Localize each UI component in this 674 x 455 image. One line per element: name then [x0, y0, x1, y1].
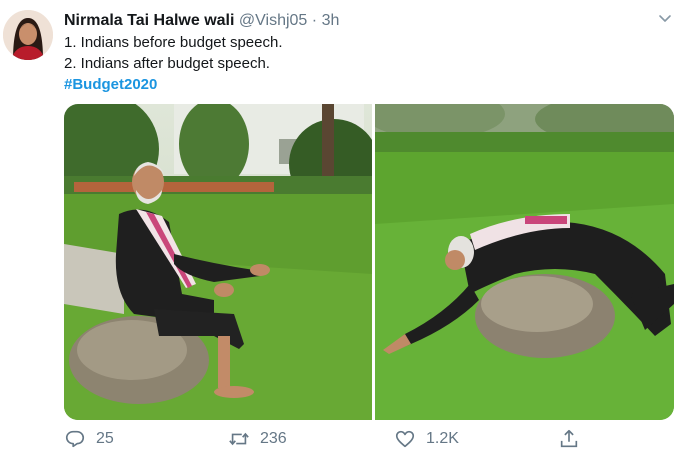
header-separator: ·	[311, 12, 318, 29]
tweet-text-line: 2. Indians after budget speech.	[64, 55, 270, 72]
more-options-button[interactable]	[658, 12, 672, 26]
reply-button[interactable]: 25	[64, 426, 114, 452]
share-button[interactable]	[558, 426, 590, 452]
hashtag-link[interactable]: #Budget2020	[64, 74, 283, 95]
author-name[interactable]: Nirmala Tai Halwe wali	[64, 12, 234, 29]
author-handle[interactable]: @Vishj05	[239, 12, 307, 29]
avatar-image	[3, 10, 53, 60]
retweet-count: 236	[260, 430, 287, 447]
like-count: 1.2K	[426, 430, 459, 447]
avatar[interactable]	[3, 10, 53, 60]
like-button[interactable]: 1.2K	[394, 426, 459, 452]
heart-icon	[395, 430, 415, 448]
photo-man-lying-on-rock	[365, 104, 674, 420]
tweet-text-line: 1. Indians before budget speech.	[64, 34, 283, 51]
tweet-timestamp[interactable]: 3h	[322, 12, 340, 29]
tweet-header: Nirmala Tai Halwe wali @Vishj05 · 3h	[64, 10, 339, 32]
chevron-down-icon	[659, 15, 671, 22]
retweet-button[interactable]: 236	[228, 426, 287, 452]
media-photo-right[interactable]	[365, 104, 674, 420]
photo-meditating-man	[64, 104, 379, 420]
media-photo-left[interactable]	[64, 104, 379, 420]
tweet[interactable]: Nirmala Tai Halwe wali @Vishj05 · 3h 1. …	[0, 0, 674, 455]
tweet-media[interactable]	[64, 104, 674, 420]
retweet-arrows-icon	[229, 432, 249, 446]
tweet-text: 1. Indians before budget speech. 2. Indi…	[64, 32, 283, 95]
reply-count: 25	[96, 430, 114, 447]
tweet-actions: 25 236 1.2K	[64, 426, 624, 452]
share-upload-icon	[560, 429, 578, 448]
speech-bubble-icon	[65, 430, 85, 448]
